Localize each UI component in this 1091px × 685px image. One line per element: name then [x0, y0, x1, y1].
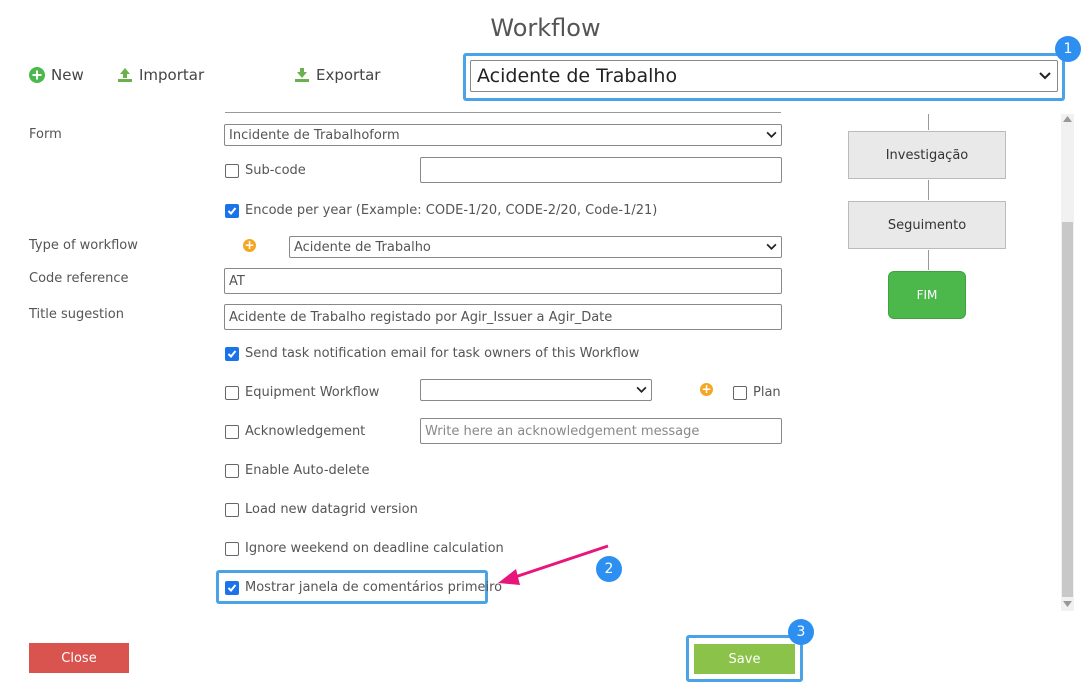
check-icon	[227, 583, 237, 592]
send-label: Send task notification email for task ow…	[245, 346, 640, 361]
export-button[interactable]: Exportar	[294, 66, 380, 84]
title-input[interactable]: Acidente de Trabalho registado por Agir_…	[224, 304, 782, 330]
form-label: Form	[29, 127, 62, 142]
subcode-checkbox[interactable]	[225, 163, 239, 178]
download-icon	[295, 68, 309, 82]
add-icon[interactable]: +	[700, 383, 713, 396]
subcode-input[interactable]	[420, 157, 782, 183]
subcode-row: Sub-code	[225, 163, 306, 178]
import-label: Importar	[139, 66, 205, 84]
chevron-down-icon	[766, 243, 777, 250]
export-label: Exportar	[316, 66, 381, 84]
ack-label: Acknowledgement	[245, 424, 366, 439]
ack-input[interactable]: Write here an acknowledgement message	[420, 418, 782, 444]
badge-2: 2	[596, 556, 622, 582]
form-select-value: Incidente de Trabalhoform	[229, 127, 400, 143]
code-label: Code reference	[29, 271, 129, 286]
equipment-checkbox[interactable]	[225, 385, 239, 400]
scroll-down-icon[interactable]	[1063, 601, 1072, 607]
plan-label: Plan	[753, 385, 781, 400]
equipment-row: Equipment Workflow	[225, 385, 379, 400]
check-icon	[227, 206, 237, 215]
subcode-label: Sub-code	[245, 163, 306, 178]
plus-circle-icon	[29, 67, 45, 83]
workflow-select[interactable]: Acidente de Trabalho	[470, 60, 1058, 92]
weekend-row: Ignore weekend on deadline calculation	[225, 541, 504, 556]
weekend-checkbox[interactable]	[225, 541, 239, 556]
type-select[interactable]: Acidente de Trabalho	[289, 236, 782, 258]
chevron-down-icon	[1039, 72, 1051, 80]
datagrid-row: Load new datagrid version	[225, 502, 418, 517]
weekend-label: Ignore weekend on deadline calculation	[245, 541, 504, 556]
send-row: Send task notification email for task ow…	[225, 346, 639, 361]
workflow-end-node[interactable]: FIM	[888, 271, 966, 319]
scroll-up-icon[interactable]	[1063, 116, 1072, 122]
connector-line	[928, 180, 929, 200]
new-label: New	[51, 66, 84, 84]
import-button[interactable]: Importar	[117, 66, 204, 84]
connector-line	[928, 250, 929, 270]
type-select-value: Acidente de Trabalho	[294, 239, 431, 255]
autodelete-checkbox[interactable]	[225, 463, 239, 478]
ack-row: Acknowledgement	[225, 424, 365, 439]
scrollbar-thumb[interactable]	[1062, 222, 1073, 597]
dialog-title: Workflow	[490, 14, 601, 42]
comments-label: Mostrar janela de comentários primeiro	[245, 580, 503, 595]
comments-row: Mostrar janela de comentários primeiro	[225, 580, 502, 595]
form-select[interactable]: Incidente de Trabalhoform	[224, 124, 782, 146]
chevron-down-icon	[766, 131, 777, 138]
add-icon[interactable]: +	[243, 239, 256, 252]
code-input[interactable]: AT	[224, 268, 782, 294]
type-label: Type of workflow	[29, 238, 138, 253]
encode-label: Encode per year (Example: CODE-1/20, COD…	[245, 203, 658, 218]
workflow-node[interactable]: Seguimento	[848, 201, 1006, 249]
comments-checkbox[interactable]	[225, 580, 239, 595]
plan-checkbox[interactable]	[733, 385, 747, 400]
badge-1: 1	[1055, 36, 1081, 62]
close-button[interactable]: Close	[29, 643, 129, 673]
autodelete-row: Enable Auto-delete	[225, 463, 369, 478]
datagrid-checkbox[interactable]	[225, 502, 239, 517]
equipment-select[interactable]	[420, 379, 652, 401]
equipment-label: Equipment Workflow	[245, 385, 380, 400]
encode-checkbox[interactable]	[225, 203, 239, 218]
encode-row: Encode per year (Example: CODE-1/20, COD…	[225, 203, 657, 218]
badge-3: 3	[788, 619, 814, 645]
divider	[225, 112, 781, 113]
ack-placeholder: Write here an acknowledgement message	[425, 423, 700, 439]
send-checkbox[interactable]	[225, 346, 239, 361]
new-button[interactable]: New	[29, 66, 84, 84]
connector-line	[928, 114, 929, 130]
check-icon	[227, 349, 237, 358]
title-label: Title sugestion	[29, 307, 124, 322]
plan-row: Plan	[733, 385, 781, 400]
save-button[interactable]: Save	[694, 644, 795, 674]
upload-icon	[118, 68, 132, 82]
workflow-node[interactable]: Investigação	[848, 131, 1006, 179]
workflow-select-value: Acidente de Trabalho	[477, 65, 678, 87]
autodelete-label: Enable Auto-delete	[245, 463, 370, 478]
datagrid-label: Load new datagrid version	[245, 502, 418, 517]
ack-checkbox[interactable]	[225, 424, 239, 439]
chevron-down-icon	[636, 386, 647, 393]
